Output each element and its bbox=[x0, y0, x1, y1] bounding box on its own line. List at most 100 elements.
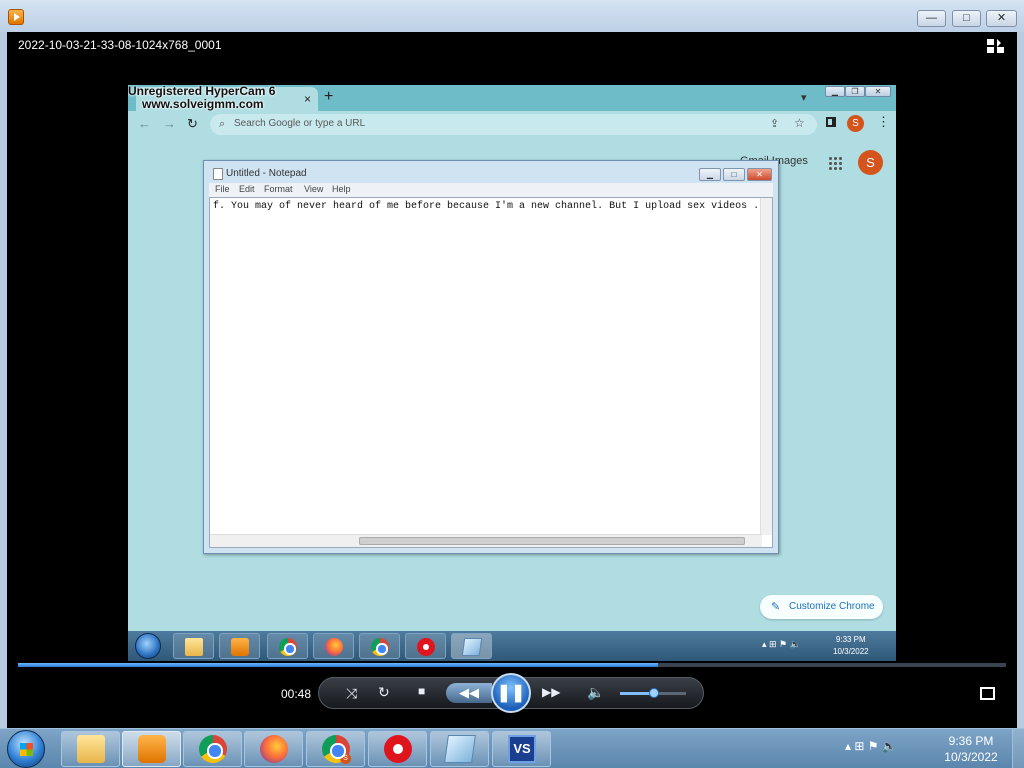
recorded-tray-icons: ▴ ⊞ ⚑ 🔈 bbox=[762, 639, 801, 649]
reload-icon[interactable]: ↻ bbox=[187, 116, 198, 132]
recorded-record-icon bbox=[405, 633, 446, 659]
taskbar-vs[interactable]: VS bbox=[492, 731, 551, 767]
customize-chrome-label: Customize Chrome bbox=[789, 601, 875, 612]
start-button[interactable] bbox=[7, 730, 45, 768]
volume-slider[interactable] bbox=[620, 688, 686, 698]
taskbar-explorer[interactable] bbox=[61, 731, 120, 767]
vs-icon: VS bbox=[508, 735, 536, 763]
chrome-icon bbox=[199, 735, 227, 763]
taskbar-notepad[interactable] bbox=[430, 731, 489, 767]
address-placeholder: Search Google or type a URL bbox=[234, 118, 366, 129]
horizontal-scrollbar[interactable] bbox=[210, 534, 762, 547]
stop-icon[interactable]: ■ bbox=[418, 684, 425, 698]
vertical-scrollbar[interactable] bbox=[760, 198, 772, 535]
recorded-player-icon bbox=[219, 633, 260, 659]
menu-view[interactable]: View bbox=[304, 184, 323, 194]
taskbar: S VS ▴ ⊞ ⚑ 🔈 9:36 PM 10/3/2022 bbox=[0, 728, 1024, 768]
notepad-window[interactable]: Untitled - Notepad ▁ □ ✕ File Edit Forma… bbox=[203, 160, 779, 554]
pause-button[interactable]: ❚❚ bbox=[491, 673, 531, 713]
notepad-menubar: File Edit Format View Help bbox=[209, 183, 773, 197]
share-icon[interactable]: ⇪ bbox=[770, 117, 779, 130]
google-account-avatar[interactable]: S bbox=[858, 150, 883, 175]
tab-close-icon[interactable]: × bbox=[304, 92, 311, 106]
menu-edit[interactable]: Edit bbox=[239, 184, 255, 194]
pencil-icon: ✎ bbox=[771, 601, 781, 613]
firefox-icon bbox=[260, 735, 288, 763]
window-titlebar[interactable]: — □ ✕ bbox=[0, 0, 1024, 32]
tab-search-chevron-icon[interactable]: ▾ bbox=[801, 91, 807, 104]
taskbar-media-player[interactable] bbox=[122, 731, 181, 767]
recorded-start-icon bbox=[135, 633, 161, 659]
address-bar[interactable]: ⌕ Search Google or type a URL ⇪ ☆ bbox=[210, 114, 817, 135]
seek-progress bbox=[18, 663, 658, 667]
browser-restore-icon[interactable]: ❐ bbox=[845, 86, 865, 97]
chrome-profile-icon: S bbox=[322, 735, 351, 764]
volume-knob[interactable] bbox=[649, 688, 659, 698]
maximize-button[interactable]: □ bbox=[952, 10, 981, 27]
recorded-clock: 9:33 PM 10/3/2022 bbox=[833, 634, 869, 658]
media-player-icon bbox=[138, 735, 166, 763]
clock-date: 10/3/2022 bbox=[944, 750, 998, 764]
minimize-button[interactable]: — bbox=[917, 10, 946, 27]
notepad-taskbar-icon bbox=[444, 735, 476, 763]
folder-icon bbox=[77, 735, 105, 763]
video-frame[interactable]: × Unregistered HyperCam 6 www.solveigmm.… bbox=[128, 85, 896, 661]
taskbar-clock[interactable]: 9:36 PM 10/3/2022 bbox=[938, 733, 1004, 765]
back-icon[interactable]: ← bbox=[138, 116, 151, 131]
notepad-content: f. You may of never heard of me before b… bbox=[213, 201, 760, 212]
bookmark-star-icon[interactable]: ☆ bbox=[794, 116, 805, 130]
recorded-chrome-icon bbox=[267, 633, 308, 659]
forward-icon[interactable]: → bbox=[163, 116, 176, 131]
horizontal-scroll-thumb[interactable] bbox=[359, 537, 745, 545]
media-player-screen: — □ ✕ 2022-10-03-21-33-08-1024x768_0001 … bbox=[0, 0, 1024, 768]
close-button[interactable]: ✕ bbox=[986, 10, 1017, 27]
watermark-line2: www.solveigmm.com bbox=[142, 97, 264, 111]
search-icon: ⌕ bbox=[219, 118, 226, 130]
show-desktop-button[interactable] bbox=[1012, 729, 1024, 768]
recorded-notepad-icon bbox=[451, 633, 492, 659]
player-app-icon bbox=[8, 9, 24, 25]
menu-format[interactable]: Format bbox=[264, 184, 293, 194]
recorded-taskbar: ▴ ⊞ ⚑ 🔈 9:33 PM 10/3/2022 bbox=[128, 631, 896, 661]
repeat-icon[interactable]: ↻ bbox=[378, 684, 390, 701]
menu-help[interactable]: Help bbox=[332, 184, 351, 194]
chrome-profile-badge: S bbox=[340, 753, 351, 764]
clock-time: 9:36 PM bbox=[948, 734, 994, 748]
browser-minimize-icon[interactable]: ▁ bbox=[825, 86, 845, 97]
browser-toolbar: ← → ↻ ⌕ Search Google or type a URL ⇪ ☆ … bbox=[128, 111, 896, 137]
recorded-chrome-profile-icon bbox=[359, 633, 400, 659]
fast-forward-icon[interactable]: ▶▶ bbox=[542, 685, 560, 699]
profile-avatar[interactable]: S bbox=[847, 115, 864, 132]
notepad-icon bbox=[213, 168, 223, 180]
side-panel-icon[interactable] bbox=[826, 117, 836, 127]
browser-tabbar: × Unregistered HyperCam 6 www.solveigmm.… bbox=[128, 85, 896, 111]
layout-toggle-icon[interactable] bbox=[987, 39, 1005, 53]
video-file-title: 2022-10-03-21-33-08-1024x768_0001 bbox=[18, 38, 222, 52]
seek-bar[interactable] bbox=[18, 663, 1006, 667]
hypercam-watermark: Unregistered HyperCam 6 www.solveigmm.co… bbox=[128, 85, 275, 111]
notepad-close-icon[interactable]: ✕ bbox=[747, 168, 772, 181]
recorded-explorer-icon bbox=[173, 633, 214, 659]
recorded-firefox-icon bbox=[313, 633, 354, 659]
menu-file[interactable]: File bbox=[215, 184, 230, 194]
taskbar-firefox[interactable] bbox=[244, 731, 303, 767]
shuffle-icon[interactable]: ⤨ bbox=[346, 685, 357, 702]
notepad-maximize-icon[interactable]: □ bbox=[723, 168, 745, 181]
customize-chrome-button[interactable]: ✎ Customize Chrome bbox=[760, 595, 883, 619]
menu-kebab-icon[interactable]: ⋮ bbox=[877, 114, 890, 130]
taskbar-recorder[interactable] bbox=[368, 731, 427, 767]
system-tray[interactable]: ▴ ⊞ ⚑ 🔈 bbox=[845, 739, 897, 753]
notepad-minimize-icon[interactable]: ▁ bbox=[699, 168, 721, 181]
taskbar-chrome[interactable] bbox=[183, 731, 242, 767]
volume-icon[interactable]: 🔈 bbox=[587, 684, 604, 701]
recorded-date: 10/3/2022 bbox=[833, 647, 869, 656]
fullscreen-icon[interactable] bbox=[980, 687, 995, 700]
recorded-time: 9:33 PM bbox=[835, 635, 866, 644]
elapsed-time: 00:48 bbox=[281, 687, 312, 701]
apps-grid-icon[interactable] bbox=[828, 156, 842, 170]
new-tab-icon[interactable]: + bbox=[324, 88, 333, 106]
taskbar-chrome-profile[interactable]: S bbox=[306, 731, 365, 767]
rewind-button[interactable]: ◀◀ bbox=[446, 683, 492, 703]
browser-close-icon[interactable]: ✕ bbox=[865, 86, 891, 97]
notepad-text-area[interactable]: f. You may of never heard of me before b… bbox=[209, 197, 773, 548]
